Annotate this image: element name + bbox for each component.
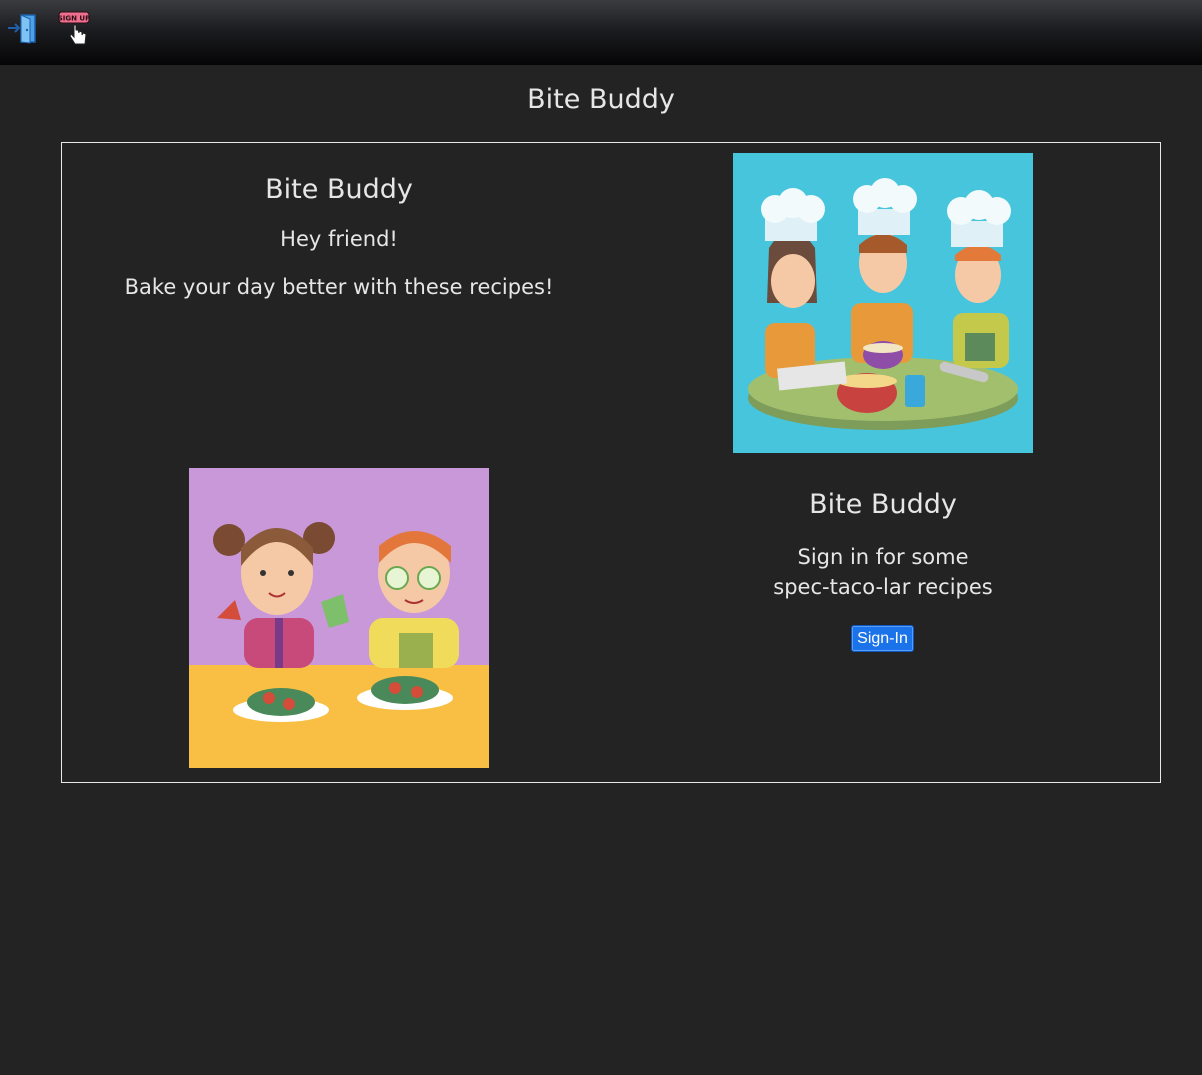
signin-line-2: spec-taco-lar recipes xyxy=(773,575,993,599)
signin-section: Bite Buddy Sign in for some spec-taco-la… xyxy=(610,489,1156,602)
intro-greeting: Hey friend! xyxy=(280,227,398,251)
signin-line-1: Sign in for some xyxy=(797,545,969,569)
signup-hand-icon[interactable]: SIGN UP xyxy=(58,11,92,45)
top-nav-bar: SIGN UP xyxy=(0,0,1202,65)
login-door-icon[interactable] xyxy=(6,12,38,44)
signup-icon-text: SIGN UP xyxy=(58,15,90,23)
intro-heading: Bite Buddy xyxy=(265,174,413,205)
content-panel: Bite Buddy Hey friend! Bake your day bet… xyxy=(61,142,1161,783)
page-title: Bite Buddy xyxy=(527,84,675,115)
intro-section: Bite Buddy Hey friend! Bake your day bet… xyxy=(62,174,616,299)
kids-salad-image xyxy=(189,468,489,768)
intro-tagline: Bake your day better with these recipes! xyxy=(124,275,554,299)
sign-in-button[interactable]: Sign-In xyxy=(851,625,914,652)
chefs-baking-image xyxy=(733,153,1033,453)
signin-heading: Bite Buddy xyxy=(809,489,957,520)
